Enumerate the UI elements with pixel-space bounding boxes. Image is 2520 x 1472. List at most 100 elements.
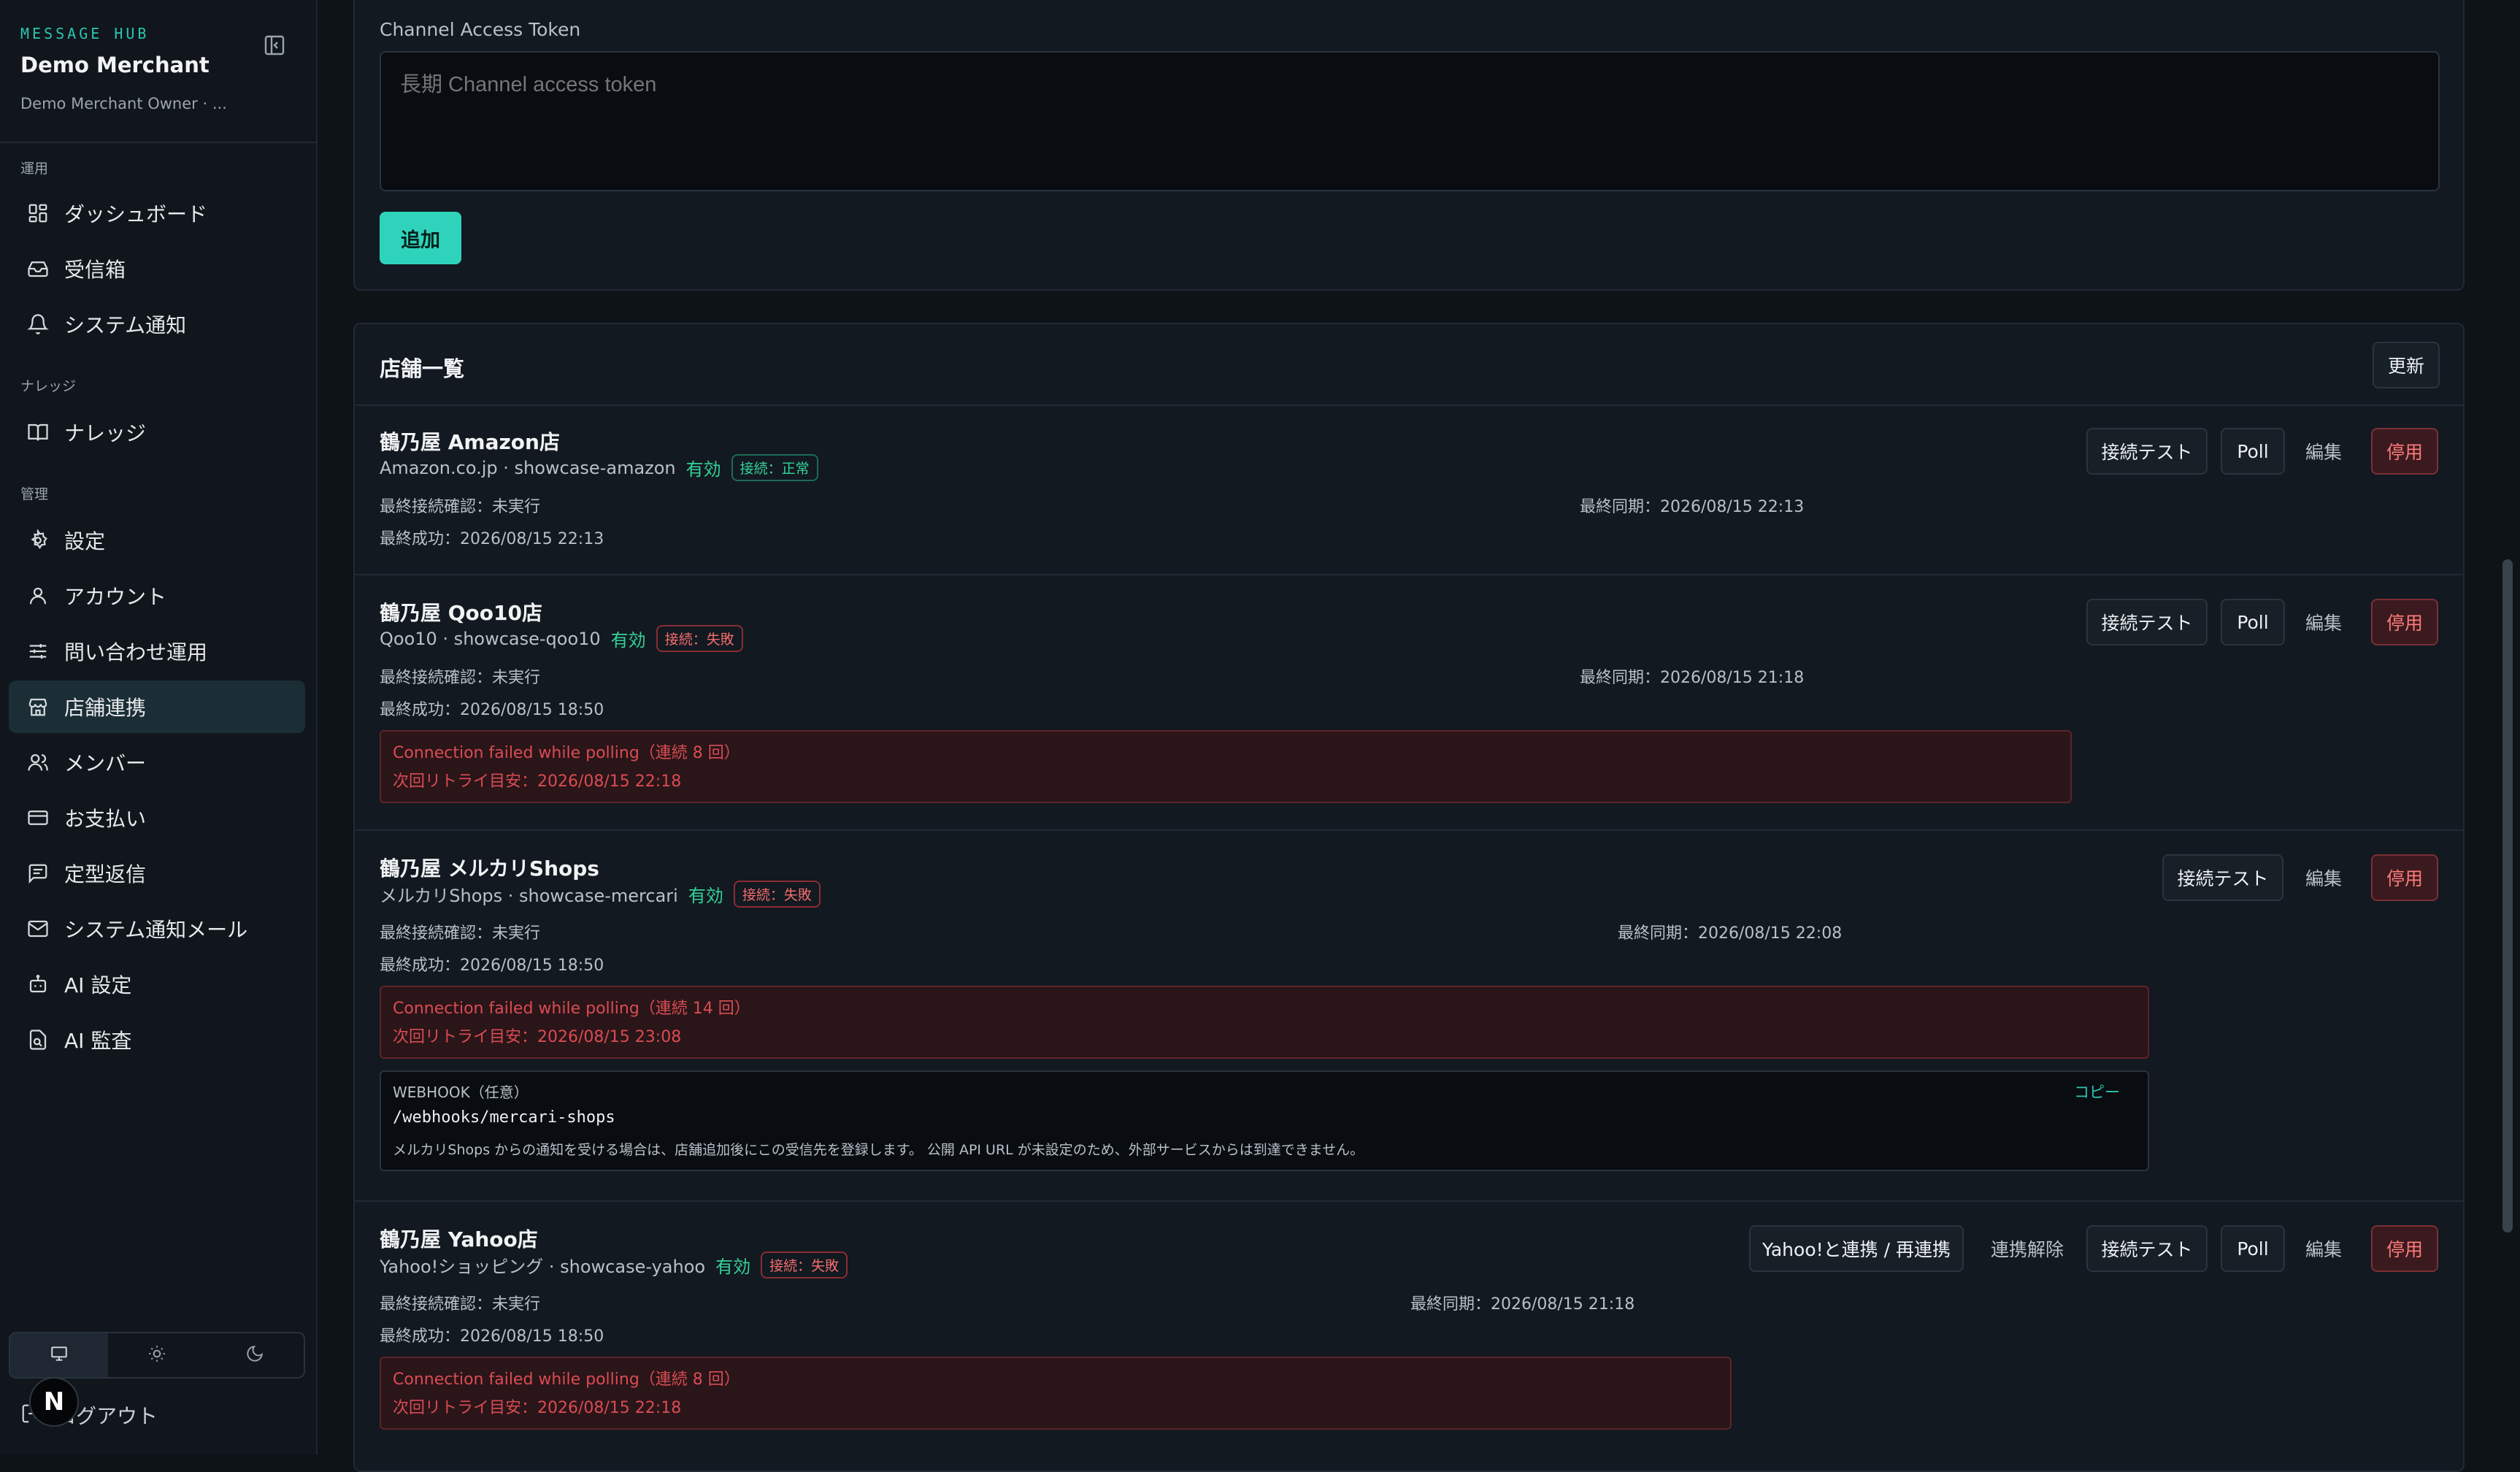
- last-success: 最終成功：2026/08/15 18:50: [380, 701, 604, 719]
- retry-message: 次回リトライ目安：2026/08/15 22:18: [393, 1399, 682, 1417]
- error-message: Connection failed while polling（連続 8 回）: [393, 1371, 740, 1389]
- sidebar-item-ai-settings[interactable]: AI 設定: [9, 958, 305, 1011]
- edit-button[interactable]: 編集: [2291, 599, 2356, 645]
- sidebar-item-system-notice[interactable]: システム通知: [9, 298, 305, 350]
- sidebar-item-label: AI 監査: [64, 1029, 132, 1053]
- sidebar-item-store-integration[interactable]: 店舗連携: [9, 681, 305, 733]
- sidebar-item-label: 受信箱: [64, 258, 126, 282]
- store-meta: メルカリShops · showcase-mercari 有効 接続：失敗: [380, 881, 821, 908]
- status-badge: 接続：失敗: [656, 625, 743, 652]
- sidebar-item-members[interactable]: メンバー: [9, 736, 305, 789]
- refresh-button[interactable]: 更新: [2373, 342, 2440, 388]
- sidebar-item-account[interactable]: アカウント: [9, 570, 305, 622]
- sidebar-item-templates[interactable]: 定型返信: [9, 847, 305, 900]
- store-meta: Yahoo!ショッピング · showcase-yahoo 有効 接続：失敗: [380, 1251, 848, 1279]
- store-meta: Amazon.co.jp · showcase-amazon 有効 接続：正常: [380, 454, 818, 481]
- avatar[interactable]: N: [29, 1377, 79, 1427]
- error-message: Connection failed while polling（連続 8 回）: [393, 744, 740, 762]
- audit-icon: [25, 1027, 51, 1053]
- gear-icon: [25, 527, 51, 553]
- sidebar-item-inquiry-ops[interactable]: 問い合わせ運用: [9, 625, 305, 678]
- sun-icon: [147, 1344, 166, 1366]
- scrollbar[interactable]: [2502, 559, 2513, 1233]
- sidebar-item-inbox[interactable]: 受信箱: [9, 242, 305, 295]
- last-check: 最終接続確認：未実行: [380, 669, 541, 687]
- section-label-ops: 運用: [20, 161, 49, 177]
- edit-button[interactable]: 編集: [2291, 854, 2356, 901]
- last-sync: 最終同期：2026/08/15 21:18: [1580, 669, 1805, 687]
- edit-button[interactable]: 編集: [2291, 1225, 2356, 1272]
- user-icon: [25, 583, 51, 609]
- sidebar-item-label: AI 設定: [64, 973, 132, 997]
- store-name: 鶴乃屋 メルカリShops: [380, 856, 599, 881]
- mail-icon: [25, 916, 51, 942]
- moon-icon: [245, 1344, 264, 1366]
- disable-button[interactable]: 停用: [2371, 1225, 2438, 1272]
- disable-button[interactable]: 停用: [2371, 599, 2438, 645]
- status-enabled: 有効: [685, 459, 721, 480]
- sidebar-item-label: 定型返信: [64, 862, 147, 886]
- template-icon: [25, 860, 51, 886]
- store-name: 鶴乃屋 Amazon店: [380, 430, 560, 454]
- last-check: 最終接続確認：未実行: [380, 498, 541, 516]
- section-label-admin: 管理: [20, 486, 49, 502]
- poll-button[interactable]: Poll: [2221, 1225, 2285, 1272]
- token-input[interactable]: [380, 51, 2440, 191]
- last-success: 最終成功：2026/08/15 22:13: [380, 530, 604, 548]
- connection-test-button[interactable]: 接続テスト: [2086, 428, 2208, 475]
- last-sync: 最終同期：2026/08/15 22:08: [1618, 924, 1843, 943]
- monitor-icon: [50, 1344, 69, 1366]
- status-enabled: 有効: [688, 886, 723, 906]
- sidebar-item-label: アカウント: [64, 585, 167, 609]
- connection-test-button[interactable]: 接続テスト: [2086, 1225, 2208, 1272]
- yahoo-link-button[interactable]: Yahoo!と連携 / 再連携: [1749, 1225, 1964, 1272]
- credit-card-icon: [25, 805, 51, 831]
- store-name: 鶴乃屋 Yahoo店: [380, 1227, 538, 1251]
- theme-light-button[interactable]: [108, 1333, 206, 1377]
- webhook-label: WEBHOOK（任意）: [393, 1084, 529, 1101]
- unlink-button[interactable]: 連携解除: [1974, 1225, 2081, 1272]
- sidebar-item-ai-audit[interactable]: AI 監査: [9, 1013, 305, 1066]
- sidebar-item-billing[interactable]: お支払い: [9, 791, 305, 844]
- sidebar-item-settings[interactable]: 設定: [9, 514, 305, 567]
- store-row-qoo10: 鶴乃屋 Qoo10店 Qoo10 · showcase-qoo10 有効 接続：…: [355, 575, 2463, 831]
- theme-dark-button[interactable]: [206, 1333, 304, 1377]
- sidebar-item-label: メンバー: [64, 751, 147, 775]
- last-success: 最終成功：2026/08/15 18:50: [380, 957, 604, 975]
- store-platform: Amazon.co.jp · showcase-amazon: [380, 457, 676, 478]
- sidebar-item-label: システム通知メール: [64, 918, 248, 942]
- edit-button[interactable]: 編集: [2291, 428, 2356, 475]
- store-row-yahoo: 鶴乃屋 Yahoo店 Yahoo!ショッピング · showcase-yahoo…: [355, 1202, 2463, 1465]
- merchant-role: Demo Merchant Owner · ...: [20, 95, 227, 112]
- add-button[interactable]: 追加: [380, 212, 461, 264]
- disable-button[interactable]: 停用: [2371, 854, 2438, 901]
- connection-test-button[interactable]: 接続テスト: [2086, 599, 2208, 645]
- connection-test-button[interactable]: 接続テスト: [2162, 854, 2283, 901]
- sidebar-item-notice-mail[interactable]: システム通知メール: [9, 902, 305, 955]
- bell-icon: [25, 311, 51, 337]
- store-platform: メルカリShops · showcase-mercari: [380, 886, 678, 906]
- poll-button[interactable]: Poll: [2221, 599, 2285, 645]
- last-check: 最終接続確認：未実行: [380, 924, 541, 943]
- token-form-card: Channel Access Token 追加: [353, 0, 2465, 291]
- copy-button[interactable]: コピー: [2074, 1081, 2120, 1103]
- poll-button[interactable]: Poll: [2221, 428, 2285, 475]
- last-sync: 最終同期：2026/08/15 21:18: [1410, 1295, 1635, 1314]
- brand-eyebrow: MESSAGE HUB: [20, 25, 150, 42]
- sidebar-item-dashboard[interactable]: ダッシュボード: [9, 187, 305, 239]
- sidebar-item-knowledge[interactable]: ナレッジ: [9, 406, 305, 459]
- inbox-icon: [25, 256, 51, 282]
- sidebar-item-label: お支払い: [64, 807, 147, 831]
- users-icon: [25, 749, 51, 775]
- theme-system-button[interactable]: [10, 1333, 108, 1377]
- webhook-panel: WEBHOOK（任意） /webhooks/mercari-shops メルカリ…: [380, 1070, 2149, 1171]
- store-row-amazon: 鶴乃屋 Amazon店 Amazon.co.jp · showcase-amaz…: [355, 405, 2463, 575]
- sidebar-item-label: 店舗連携: [64, 696, 147, 720]
- status-enabled: 有効: [715, 1257, 751, 1277]
- status-badge: 接続：失敗: [733, 881, 821, 908]
- error-message: Connection failed while polling（連続 14 回）: [393, 1000, 750, 1018]
- sidebar-collapse-icon[interactable]: [263, 34, 286, 57]
- disable-button[interactable]: 停用: [2371, 428, 2438, 475]
- sidebar-item-label: システム通知: [64, 313, 187, 337]
- token-field-label: Channel Access Token: [380, 19, 581, 40]
